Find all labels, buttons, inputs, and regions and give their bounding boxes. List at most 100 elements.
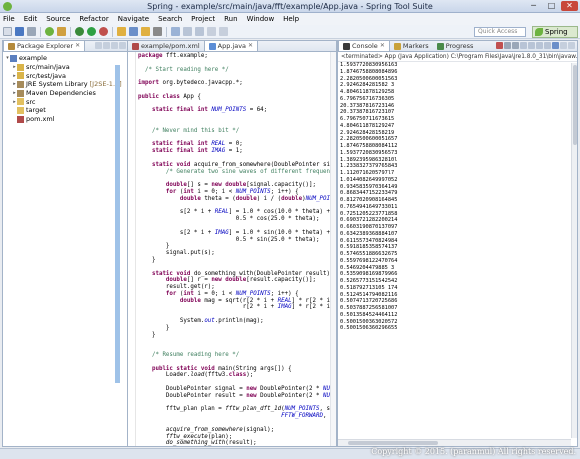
code-line[interactable] — [138, 73, 336, 80]
code-line[interactable]: signal.put(s); — [138, 250, 336, 257]
code-line[interactable]: do_something_with(result); — [138, 440, 336, 446]
terminate-icon[interactable] — [496, 42, 503, 49]
minimize-view-icon[interactable] — [119, 42, 126, 49]
new-icon[interactable] — [3, 27, 12, 36]
print-icon[interactable] — [27, 27, 36, 36]
collapse-all-icon[interactable] — [95, 42, 102, 49]
code-line[interactable]: DoublePointer result = new DoublePointer… — [138, 393, 336, 400]
tree-item[interactable]: ▾ example — [5, 54, 128, 63]
scrollbar-thumb[interactable] — [573, 65, 577, 145]
console-output[interactable]: 1.5937720830956163 1.8746758808084896 2.28… — [338, 62, 577, 332]
forward-icon[interactable] — [219, 27, 228, 36]
code-line[interactable]: acquire_from_somewhere(signal); — [138, 427, 336, 434]
save-icon[interactable] — [15, 27, 24, 36]
tree-item[interactable]: ▸ JRE System Library [J2SE-1.5] — [5, 80, 128, 89]
link-with-editor-icon[interactable] — [103, 42, 110, 49]
build-icon[interactable] — [57, 27, 66, 36]
menu-item-run[interactable]: Run — [224, 15, 237, 23]
code-line[interactable] — [138, 121, 336, 128]
code-line[interactable] — [138, 400, 336, 407]
code-line[interactable]: static void acquire_from_somewhere(Doubl… — [138, 162, 336, 169]
minimize-button[interactable]: ─ — [525, 1, 542, 11]
tab-console[interactable]: Console ✕ — [338, 41, 390, 51]
menu-item-search[interactable]: Search — [158, 15, 182, 23]
remove-all-icon[interactable] — [512, 42, 519, 49]
menu-item-help[interactable]: Help — [283, 15, 299, 23]
code-line[interactable]: r[2 * i + IMAG] * r[2 * i + IMAG]); — [138, 304, 336, 311]
code-line[interactable]: for (int i = 0; i < NUM_POINTS; i++) { — [138, 291, 336, 298]
code-line[interactable]: fftw_plan plan = fftw_plan_dft_1d(NUM_PO… — [138, 406, 336, 413]
next-annotation-icon[interactable] — [183, 27, 192, 36]
menu-item-source[interactable]: Source — [46, 15, 70, 23]
display-console-icon[interactable] — [544, 42, 551, 49]
code-line[interactable]: /* Generate two sine waves of different … — [138, 169, 336, 176]
code-line[interactable]: } — [138, 325, 336, 332]
code-line[interactable]: double[] r = new double[result.capacity(… — [138, 277, 336, 284]
code-line[interactable] — [138, 338, 336, 345]
tab-package-explorer[interactable]: Package Explorer ✕ — [3, 41, 86, 51]
maximize-button[interactable]: □ — [543, 1, 560, 11]
code-line[interactable] — [138, 311, 336, 318]
tree-item[interactable]: ▸ Maven Dependencies — [5, 89, 128, 98]
menu-item-refactor[interactable]: Refactor — [79, 15, 108, 23]
code-line[interactable]: double[] s = new double[signal.capacity(… — [138, 182, 336, 189]
new-package-icon[interactable] — [117, 27, 126, 36]
tree-item[interactable]: ▸ src — [5, 97, 128, 106]
code-line[interactable]: double mag = sqrt(r[2 * i + REAL] * r[2 … — [138, 298, 336, 305]
scroll-lock-icon[interactable] — [520, 42, 527, 49]
code-line[interactable] — [138, 87, 336, 94]
code-line[interactable] — [138, 60, 336, 67]
code-line[interactable]: Loader.load(fftw3.class); — [138, 372, 336, 379]
close-icon[interactable]: ✕ — [380, 41, 385, 51]
debug-icon[interactable] — [75, 27, 84, 36]
code-line[interactable]: DoublePointer signal = new DoublePointer… — [138, 386, 336, 393]
tab-progress[interactable]: Progress — [433, 41, 478, 51]
code-line[interactable] — [138, 420, 336, 427]
code-line[interactable] — [138, 101, 336, 108]
close-button[interactable]: ✕ — [561, 1, 578, 11]
perspective-switcher-spring[interactable]: Spring — [532, 26, 578, 38]
code-line[interactable]: double theta = (double) i / (double)NUM_… — [138, 196, 336, 203]
code-line[interactable]: static final int REAL = 0; — [138, 141, 336, 148]
code-line[interactable]: s[2 * i + IMAG] = 1.0 * sin(10.0 * theta… — [138, 230, 336, 237]
code-line[interactable] — [138, 155, 336, 162]
menu-item-file[interactable]: File — [3, 15, 15, 23]
editor-tab[interactable]: App.java ✕ — [203, 41, 259, 51]
code-line[interactable] — [138, 114, 336, 121]
word-wrap-icon[interactable] — [528, 42, 535, 49]
menu-item-edit[interactable]: Edit — [24, 15, 38, 23]
code-line[interactable] — [138, 345, 336, 352]
minimize-view-icon[interactable] — [560, 42, 567, 49]
code-line[interactable]: public static void main(String args[]) { — [138, 366, 336, 373]
scrollbar-thumb[interactable] — [348, 441, 438, 445]
search-icon[interactable] — [153, 27, 162, 36]
close-icon[interactable]: ✕ — [248, 41, 253, 51]
menu-item-project[interactable]: Project — [191, 15, 215, 23]
code-line[interactable]: static final int NUM_POINTS = 64; — [138, 107, 336, 114]
toggle-mark-occurrences-icon[interactable] — [171, 27, 180, 36]
code-line[interactable]: } — [138, 257, 336, 264]
code-line[interactable]: static final int IMAG = 1; — [138, 148, 336, 155]
code-line[interactable]: for (int i = 0; i < NUM_POINTS; i++) { — [138, 189, 336, 196]
code-line[interactable] — [138, 379, 336, 386]
tab-markers[interactable]: Markers — [390, 41, 433, 51]
open-type-icon[interactable] — [141, 27, 150, 36]
tree-item[interactable]: target — [5, 106, 128, 115]
code-line[interactable]: package fft.example; — [138, 53, 336, 60]
console-horizontal-scrollbar[interactable] — [338, 439, 571, 446]
code-line[interactable]: /* Start reading here */ — [138, 67, 336, 74]
code-line[interactable]: 0.5 * cos(25.0 * theta); — [138, 216, 336, 223]
menu-item-navigate[interactable]: Navigate — [118, 15, 149, 23]
code-line[interactable] — [138, 203, 336, 210]
open-console-icon[interactable] — [552, 42, 559, 49]
back-icon[interactable] — [207, 27, 216, 36]
code-line[interactable] — [138, 175, 336, 182]
code-line[interactable]: System.out.println(mag); — [138, 318, 336, 325]
new-class-icon[interactable] — [129, 27, 138, 36]
code-line[interactable]: /* Never mind this bit */ — [138, 128, 336, 135]
code-line[interactable]: FFTW_FORWARD, (int)FFTW_ESTIMATE); — [138, 413, 336, 420]
code-line[interactable] — [138, 264, 336, 271]
tree-item[interactable]: ▸ src/main/java — [5, 63, 128, 72]
external-tools-icon[interactable] — [99, 27, 108, 36]
view-menu-icon[interactable] — [111, 42, 118, 49]
